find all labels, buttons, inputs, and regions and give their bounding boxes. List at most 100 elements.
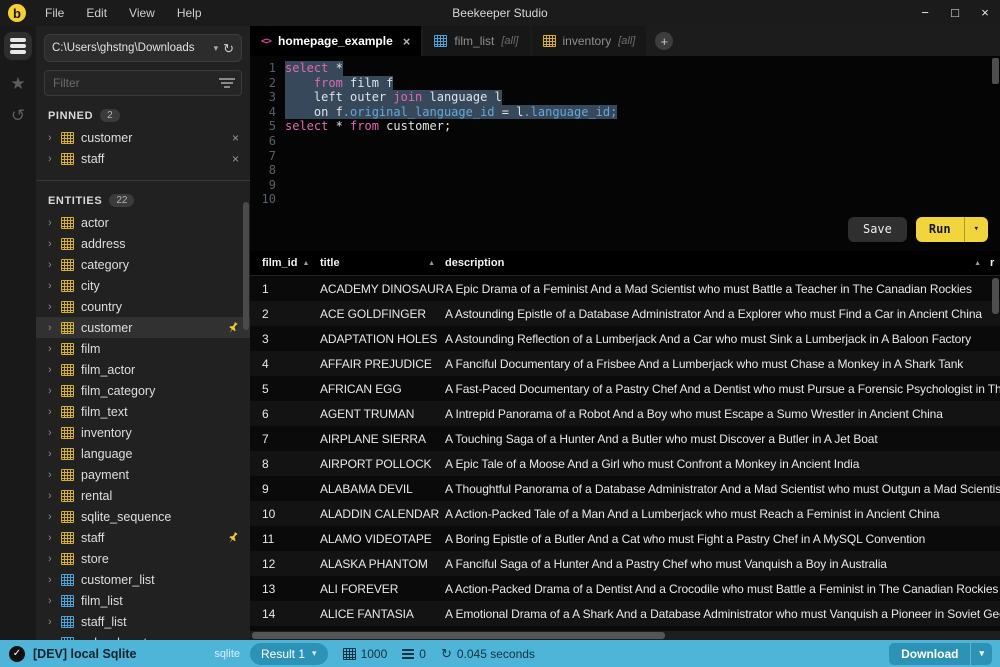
entity-item-film_text[interactable]: ›film_text — [36, 401, 250, 422]
menu-view[interactable]: View — [118, 0, 166, 26]
maximize-icon[interactable]: □ — [940, 0, 970, 26]
unpin-close-icon[interactable]: × — [232, 152, 239, 166]
entity-item-staff[interactable]: ›staff — [36, 527, 250, 548]
entity-item-address[interactable]: ›address — [36, 233, 250, 254]
table-row[interactable]: 5AFRICAN EGGA Fast-Paced Documentary of … — [250, 376, 1000, 401]
save-button[interactable]: Save — [848, 217, 907, 242]
entity-item-film_actor[interactable]: ›film_actor — [36, 359, 250, 380]
sort-arrow-icon[interactable]: ▲ — [428, 260, 435, 267]
table-row[interactable]: 4AFFAIR PREJUDICEA Fanciful Documentary … — [250, 351, 1000, 376]
entity-item-film_category[interactable]: ›film_category — [36, 380, 250, 401]
table-row[interactable]: 13ALI FOREVERA Action-Packed Drama of a … — [250, 576, 1000, 601]
entity-item-customer[interactable]: ›customer — [36, 317, 250, 338]
entity-item-customer_list[interactable]: ›customer_list — [36, 569, 250, 590]
chevron-right-icon[interactable]: › — [48, 616, 61, 628]
favorites-icon[interactable]: ★ — [10, 75, 25, 92]
sort-arrow-icon[interactable]: ▲ — [974, 260, 981, 267]
download-button[interactable]: Download ▾ — [889, 643, 992, 665]
table-row[interactable]: 14ALICE FANTASIAA Emotional Drama of a A… — [250, 601, 1000, 626]
chevron-right-icon[interactable]: › — [48, 364, 61, 376]
chevron-right-icon[interactable]: › — [48, 153, 61, 165]
column-header-description[interactable]: description ▲ — [445, 257, 990, 269]
table-row[interactable]: 11ALAMO VIDEOTAPEA Boring Epistle of a B… — [250, 526, 1000, 551]
entity-item-film_list[interactable]: ›film_list — [36, 590, 250, 611]
results-horizontal-scrollbar[interactable] — [250, 631, 1000, 640]
table-row[interactable]: 10ALADDIN CALENDARA Action-Packed Tale o… — [250, 501, 1000, 526]
entity-item-country[interactable]: ›country — [36, 296, 250, 317]
connection-selector[interactable]: C:\Users\ghstng\Downloads ▾ ↻ — [44, 34, 242, 62]
run-dropdown-caret-icon[interactable]: ▾ — [964, 217, 988, 242]
entity-item-staff_list[interactable]: ›staff_list — [36, 611, 250, 632]
entity-item-language[interactable]: ›language — [36, 443, 250, 464]
editor-line[interactable]: 9 — [250, 178, 1000, 193]
menu-edit[interactable]: Edit — [75, 0, 118, 26]
chevron-right-icon[interactable]: › — [48, 301, 61, 313]
results-vertical-scrollbar[interactable] — [992, 278, 999, 314]
table-row[interactable]: 8AIRPORT POLLOCKA Epic Tale of a Moose A… — [250, 451, 1000, 476]
result-selector-button[interactable]: Result 1 ▾ — [250, 643, 328, 665]
entity-item-sqlite_sequence[interactable]: ›sqlite_sequence — [36, 506, 250, 527]
history-icon[interactable]: ↺ — [11, 107, 25, 124]
chevron-down-icon[interactable]: ▾ — [214, 43, 219, 54]
column-header-title[interactable]: title ▲ — [320, 257, 445, 269]
horizontal-scrollbar-thumb[interactable] — [252, 632, 665, 639]
entity-item-film[interactable]: ›film — [36, 338, 250, 359]
chevron-right-icon[interactable]: › — [48, 574, 61, 586]
editor-line[interactable]: 4 on f.original_language_id = l.language… — [250, 105, 1000, 120]
chevron-right-icon[interactable]: › — [48, 343, 61, 355]
sql-editor[interactable]: 1select *2 from film f3 left outer join … — [250, 56, 1000, 251]
editor-line[interactable]: 8 — [250, 163, 1000, 178]
editor-line[interactable]: 5select * from customer; — [250, 119, 1000, 134]
entity-item-sales_by_store[interactable]: ›sales_by_store — [36, 632, 250, 640]
chevron-right-icon[interactable]: › — [48, 238, 61, 250]
chevron-right-icon[interactable]: › — [48, 259, 61, 271]
chevron-right-icon[interactable]: › — [48, 532, 61, 544]
pinned-item-customer[interactable]: ›customer× — [36, 127, 250, 148]
chevron-right-icon[interactable]: › — [48, 511, 61, 523]
chevron-right-icon[interactable]: › — [48, 322, 61, 334]
sidebar-scrollbar[interactable] — [243, 202, 249, 330]
chevron-right-icon[interactable]: › — [48, 595, 61, 607]
pinned-section-header[interactable]: PINNED 2 — [36, 96, 250, 127]
chevron-right-icon[interactable]: › — [48, 385, 61, 397]
chevron-right-icon[interactable]: › — [48, 217, 61, 229]
connection-status[interactable]: ✓ [DEV] local Sqlite sqlite — [0, 646, 250, 662]
table-row[interactable]: 6AGENT TRUMANA Intrepid Panorama of a Ro… — [250, 401, 1000, 426]
filter-input[interactable]: Filter — [44, 70, 242, 96]
download-caret-icon[interactable]: ▾ — [970, 643, 992, 665]
tab-close-icon[interactable]: × — [403, 34, 411, 49]
chevron-right-icon[interactable]: › — [48, 132, 61, 144]
minimize-icon[interactable]: − — [910, 0, 940, 26]
tab-inventory[interactable]: inventory[all] — [532, 26, 647, 56]
table-row[interactable]: 9ALABAMA DEVILA Thoughtful Panorama of a… — [250, 476, 1000, 501]
filter-icon[interactable] — [221, 82, 233, 84]
editor-line[interactable]: 10 — [250, 192, 1000, 207]
menu-file[interactable]: File — [34, 0, 75, 26]
chevron-right-icon[interactable]: › — [48, 427, 61, 439]
close-icon[interactable]: × — [970, 0, 1000, 26]
editor-line[interactable]: 3 left outer join language l — [250, 90, 1000, 105]
database-panel-button[interactable] — [4, 32, 32, 60]
table-row[interactable]: 1ACADEMY DINOSAURA Epic Drama of a Femin… — [250, 276, 1000, 301]
entity-item-category[interactable]: ›category — [36, 254, 250, 275]
entity-item-payment[interactable]: ›payment — [36, 464, 250, 485]
table-row[interactable]: 2ACE GOLDFINGERA Astounding Epistle of a… — [250, 301, 1000, 326]
run-button-label[interactable]: Run — [916, 217, 964, 242]
tab-film_list[interactable]: film_list[all] — [423, 26, 529, 56]
editor-line[interactable]: 7 — [250, 149, 1000, 164]
chevron-down-icon[interactable]: ▾ — [312, 648, 317, 659]
pinned-item-staff[interactable]: ›staff× — [36, 148, 250, 169]
chevron-right-icon[interactable]: › — [48, 469, 61, 481]
table-row[interactable]: 12ALASKA PHANTOMA Fanciful Saga of a Hun… — [250, 551, 1000, 576]
menu-help[interactable]: Help — [166, 0, 213, 26]
column-header-next-partial[interactable]: r — [990, 257, 1000, 269]
new-tab-button[interactable]: + — [655, 32, 673, 50]
entity-item-rental[interactable]: ›rental — [36, 485, 250, 506]
entity-item-store[interactable]: ›store — [36, 548, 250, 569]
editor-line[interactable]: 1select * — [250, 61, 1000, 76]
run-button[interactable]: Run ▾ — [916, 217, 988, 242]
chevron-right-icon[interactable]: › — [48, 406, 61, 418]
entity-item-actor[interactable]: ›actor — [36, 212, 250, 233]
editor-line[interactable]: 6 — [250, 134, 1000, 149]
table-row[interactable]: 3ADAPTATION HOLESA Astounding Reflection… — [250, 326, 1000, 351]
